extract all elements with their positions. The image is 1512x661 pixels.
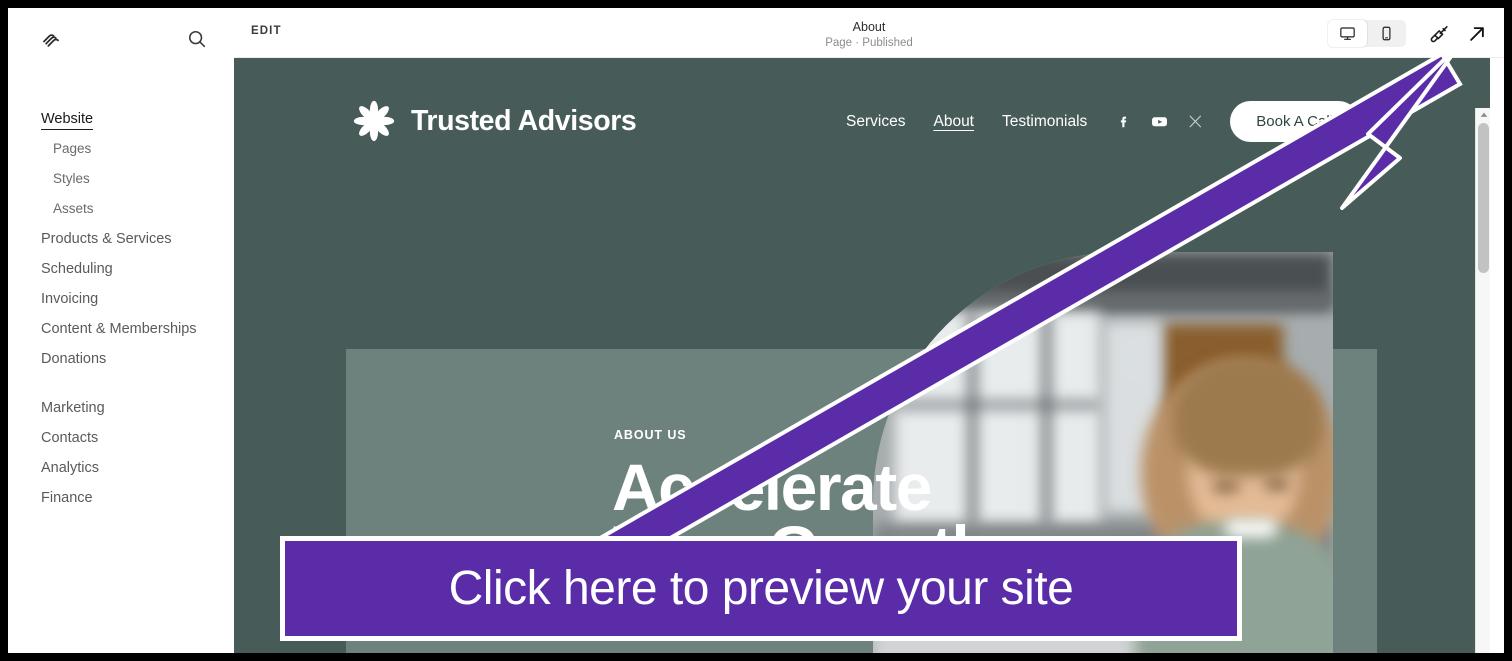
vertical-scrollbar[interactable] bbox=[1475, 108, 1490, 653]
desktop-view-button[interactable] bbox=[1328, 20, 1367, 47]
sidebar-item-label: Pages bbox=[53, 141, 92, 156]
sidebar-item-products-services[interactable]: Products & Services bbox=[8, 224, 234, 254]
sidebar-item-donations[interactable]: Donations bbox=[8, 344, 234, 374]
sidebar-item-label: Marketing bbox=[41, 400, 105, 416]
sidebar-item-pages[interactable]: Pages bbox=[8, 134, 234, 164]
open-site-button[interactable] bbox=[1464, 21, 1490, 47]
sidebar-item-website[interactable]: Website bbox=[8, 104, 234, 134]
site-nav-services[interactable]: Services bbox=[846, 113, 905, 131]
flower-asterisk-icon bbox=[351, 98, 397, 144]
app-window: Website Pages Styles Assets Products & Servi… bbox=[8, 8, 1504, 653]
youtube-icon[interactable] bbox=[1150, 112, 1169, 131]
page-meta: About Page · Published bbox=[234, 20, 1504, 51]
search-icon[interactable] bbox=[186, 28, 208, 50]
sidebar-item-assets[interactable]: Assets bbox=[8, 194, 234, 224]
sidebar-item-label: Scheduling bbox=[41, 261, 113, 277]
scroll-up-arrow-icon[interactable] bbox=[1476, 108, 1490, 121]
sidebar-item-label: Analytics bbox=[41, 460, 100, 476]
sidebar-nav: Website Pages Styles Assets Products & Servi… bbox=[8, 104, 234, 513]
sidebar-item-label: Invoicing bbox=[41, 291, 99, 307]
sidebar-item-label: Contacts bbox=[41, 430, 99, 446]
page-title: About bbox=[852, 20, 886, 34]
sidebar-item-label: Donations bbox=[41, 351, 107, 367]
site-nav-about[interactable]: About bbox=[933, 113, 974, 131]
sidebar-header bbox=[8, 8, 234, 66]
site-logo-text: Trusted Advisors bbox=[411, 104, 637, 137]
site-nav: Services About Testimonials Book A Call bbox=[846, 101, 1359, 142]
sidebar: Website Pages Styles Assets Products & Servi… bbox=[8, 8, 234, 653]
hero-headline-line-1: Accelerate bbox=[612, 450, 932, 524]
paintbrush-icon[interactable] bbox=[1426, 21, 1452, 47]
sidebar-group-divider bbox=[8, 374, 234, 393]
sidebar-item-styles[interactable]: Styles bbox=[8, 164, 234, 194]
callout-text: Click here to preview your site bbox=[448, 562, 1074, 615]
mobile-view-button[interactable] bbox=[1367, 20, 1406, 47]
page-status: Page · Published bbox=[825, 37, 913, 49]
x-twitter-icon[interactable] bbox=[1187, 113, 1204, 130]
scrollbar-thumb[interactable] bbox=[1478, 123, 1489, 273]
editor-topbar: EDIT About Page · Published bbox=[234, 8, 1504, 58]
facebook-icon[interactable] bbox=[1115, 113, 1132, 130]
sidebar-item-scheduling[interactable]: Scheduling bbox=[8, 254, 234, 284]
sidebar-item-analytics[interactable]: Analytics bbox=[8, 453, 234, 483]
device-toggle[interactable] bbox=[1328, 20, 1406, 47]
hero-eyebrow: ABOUT US bbox=[614, 428, 687, 442]
squarespace-logo-icon[interactable] bbox=[41, 29, 63, 49]
sidebar-item-label: Products & Services bbox=[41, 231, 172, 247]
sidebar-item-marketing[interactable]: Marketing bbox=[8, 393, 234, 423]
preview-site-callout[interactable]: Click here to preview your site bbox=[280, 536, 1242, 641]
site-logo[interactable]: Trusted Advisors bbox=[351, 98, 637, 144]
sidebar-item-finance[interactable]: Finance bbox=[8, 483, 234, 513]
sidebar-item-label: Assets bbox=[53, 201, 94, 216]
book-a-call-button[interactable]: Book A Call bbox=[1230, 101, 1359, 142]
sidebar-item-contacts[interactable]: Contacts bbox=[8, 423, 234, 453]
sidebar-item-content-memberships[interactable]: Content & Memberships bbox=[8, 314, 234, 344]
sidebar-item-label: Website bbox=[41, 111, 94, 130]
sidebar-item-label: Styles bbox=[53, 171, 90, 186]
sidebar-item-label: Finance bbox=[41, 490, 93, 506]
site-nav-testimonials[interactable]: Testimonials bbox=[1002, 113, 1087, 131]
edit-button[interactable]: EDIT bbox=[251, 25, 282, 37]
sidebar-item-label: Content & Memberships bbox=[41, 321, 197, 337]
sidebar-item-invoicing[interactable]: Invoicing bbox=[8, 284, 234, 314]
